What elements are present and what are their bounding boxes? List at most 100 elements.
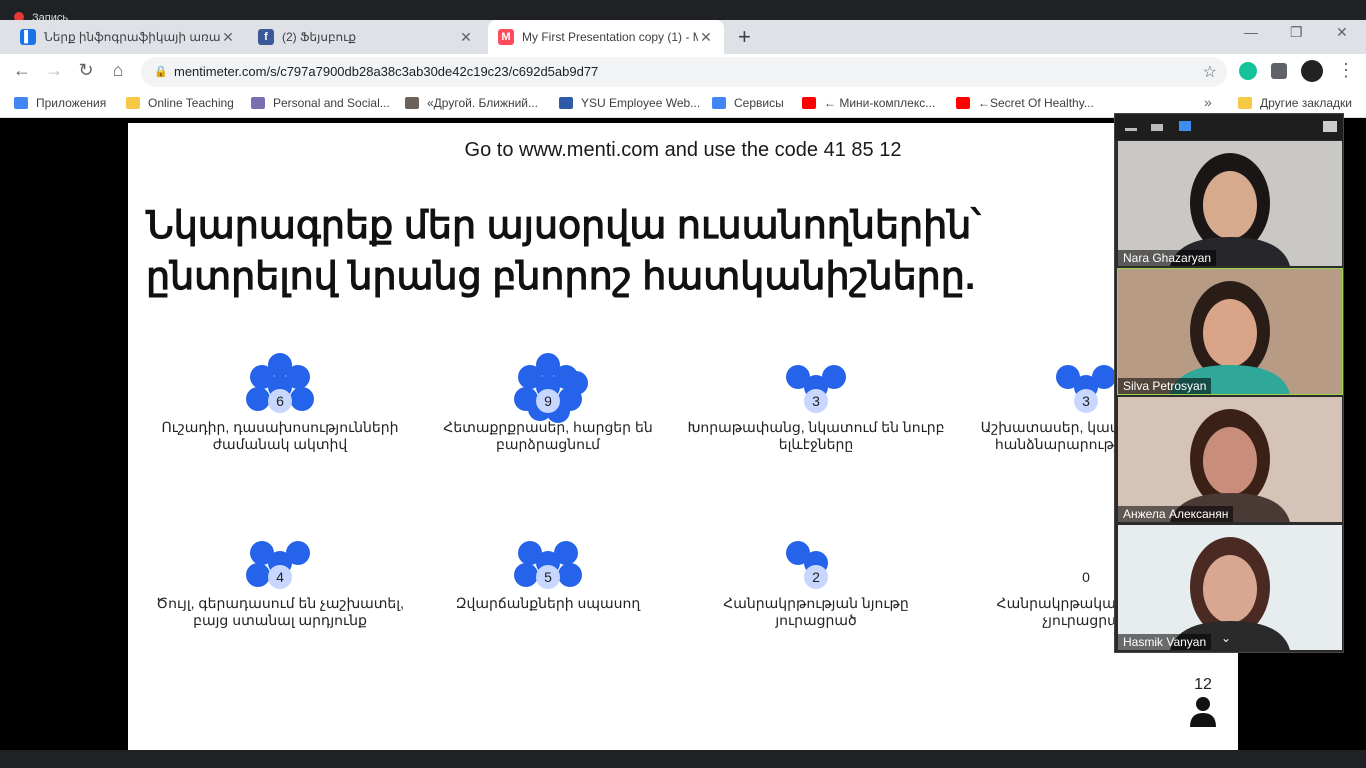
youtube-icon: [956, 97, 970, 109]
vote-bubble: [786, 365, 810, 389]
person-icon: [1190, 697, 1216, 727]
vote-bubble: [1056, 365, 1080, 389]
tab-infographic[interactable]: ▌ Ներք ինֆոգրաֆիկայի առավե ✕: [10, 20, 246, 54]
participant-name: Nara Ghazaryan: [1118, 250, 1217, 266]
bookmark-star-icon[interactable]: ☆: [1203, 62, 1217, 82]
forward-icon[interactable]: →: [42, 60, 66, 81]
close-tab-icon[interactable]: ✕: [220, 29, 236, 46]
tab-favicon-icon: ▌: [20, 29, 36, 45]
option-5: 4 Ծույլ, գերադասում են չաշխատել, բայց ստա…: [150, 521, 410, 631]
bookmark-label: «Другой. Ближний...: [427, 96, 539, 110]
bookmark-services[interactable]: Сервисы: [712, 96, 784, 110]
vote-bubble: [286, 541, 310, 565]
mentimeter-icon: M: [498, 29, 514, 45]
participant-video: [1170, 281, 1290, 394]
participant-video: [1170, 153, 1290, 266]
bookmark-label: Приложения: [36, 96, 107, 110]
option-count: 2: [812, 569, 820, 585]
option-label: Ուշադիր, դասախոսությունների ժամանակ ակտի…: [161, 419, 399, 452]
bookmark-personal-social[interactable]: Personal and Social...: [251, 96, 390, 110]
more-bookmarks-icon[interactable]: »: [1204, 94, 1212, 110]
tab-title: My First Presentation copy (1) - M: [522, 30, 698, 44]
tab-title: Ներք ինֆոգրաֆիկայի առավե: [44, 30, 220, 44]
bookmark-ysu[interactable]: YSU Employee Web...: [559, 96, 700, 110]
bookmark-label: YSU Employee Web...: [581, 96, 701, 110]
address-bar[interactable]: 🔒 mentimeter.com/s/c797a7900db28a38c3ab3…: [141, 57, 1227, 87]
bookmark-online-teaching[interactable]: Online Teaching: [126, 96, 234, 110]
vote-bubble: [1092, 365, 1116, 389]
bookmark-other[interactable]: Другие закладки: [1238, 96, 1352, 110]
minimize-icon[interactable]: —: [1244, 24, 1258, 40]
close-window-icon[interactable]: ✕: [1336, 24, 1348, 41]
bookmark-label: ←Secret Of Healthy...: [978, 96, 1094, 110]
option-label: Հանրակրթության նյութը յուրացրած: [723, 595, 909, 628]
participant-video: [1170, 409, 1290, 522]
lock-icon: 🔒: [154, 66, 168, 78]
option-label: Հետաքրքրասեր, հարցեր են բարձրացնում: [443, 419, 653, 452]
bookmark-label: Personal and Social...: [273, 96, 390, 110]
bookmark-mini-complex[interactable]: ← Мини-комплекс...: [802, 96, 935, 110]
option-2: 9 Հետաքրքրասեր, հարցեր են բարձրացնում: [418, 345, 678, 455]
minimize-panel-icon[interactable]: [1125, 128, 1137, 131]
option-count: 3: [1082, 393, 1090, 409]
option-count: 3: [812, 393, 820, 409]
tab-facebook[interactable]: f (2) Ֆեյսբուք ✕: [248, 20, 484, 54]
vote-bubble: [536, 353, 560, 377]
single-view-icon[interactable]: [1151, 124, 1163, 131]
bookmark-label: Online Teaching: [148, 96, 234, 110]
vote-bubble: [518, 541, 542, 565]
vote-bubble: [822, 365, 846, 389]
close-tab-icon[interactable]: ✕: [458, 29, 474, 46]
recording-indicator: Запись: [0, 0, 1366, 24]
vote-bubble: [268, 353, 292, 377]
option-label: Զվարճանքների սպասող: [455, 595, 641, 611]
extensions-icon[interactable]: [1271, 63, 1287, 79]
tab-mentimeter[interactable]: M My First Presentation copy (1) - M ✕: [488, 20, 724, 54]
participant-name: Silva Petrosyan: [1118, 378, 1212, 394]
restore-icon[interactable]: ❐: [1290, 24, 1303, 41]
option-3: 3 Խորաթափանց, նկատում են նուրբ ելևէջները: [686, 345, 946, 455]
bookmark-label: ← Мини-комплекс...: [824, 96, 936, 110]
vote-bubble: [786, 541, 810, 565]
apps-grid-icon: [712, 97, 726, 109]
back-icon[interactable]: ←: [10, 60, 34, 81]
option-7: 2 Հանրակրթության նյութը յուրացրած: [686, 521, 946, 631]
reload-icon[interactable]: ↻: [74, 60, 98, 81]
bookmark-secret-healthy[interactable]: ←Secret Of Healthy...: [956, 96, 1094, 110]
bookmark-label: Другие закладки: [1260, 96, 1352, 110]
gallery-view-icon[interactable]: [1179, 121, 1191, 131]
facebook-icon: f: [258, 29, 274, 45]
participant-name: Hasmik Vanyan: [1118, 634, 1212, 650]
url-text: mentimeter.com/s/c797a7900db28a38c3ab30d…: [174, 64, 599, 79]
bookmark-drugoy[interactable]: «Другой. Ближний...: [405, 96, 538, 110]
participant-name: Анжела Алексанян: [1118, 506, 1234, 522]
new-tab-button[interactable]: +: [738, 24, 758, 50]
bubble-cluster: [514, 353, 588, 423]
bubble-cluster: [786, 365, 846, 413]
home-icon[interactable]: ⌂: [106, 60, 130, 81]
bookmark-apps[interactable]: Приложения: [14, 96, 106, 110]
option-label: Խորաթափանց, նկատում են նուրբ ելևէջները: [687, 419, 945, 452]
profile-avatar[interactable]: [1301, 60, 1323, 82]
close-tab-icon[interactable]: ✕: [698, 29, 714, 46]
join-code-text: Go to www.menti.com and use the code 41 …: [464, 139, 902, 161]
vote-bubble: [554, 541, 578, 565]
question-title: Նկարագրեք մեր այսօրվա ուսանողներին՝ ընտր…: [146, 205, 981, 298]
taskbar: [0, 750, 1366, 768]
menu-icon[interactable]: ⋮: [1334, 60, 1358, 81]
grammarly-icon[interactable]: [1239, 62, 1257, 80]
bubble-cluster: [246, 541, 310, 589]
expand-panel-icon[interactable]: [1323, 121, 1337, 132]
video-tile[interactable]: Анжела Алексанян: [1118, 397, 1342, 522]
youtube-icon: [802, 97, 816, 109]
video-panel-header: [1115, 114, 1343, 140]
tab-title: (2) Ֆեյսբուք: [282, 30, 357, 44]
bubble-cluster: [786, 541, 828, 589]
vote-bubble: [250, 541, 274, 565]
presentation-slide: Go to www.menti.com and use the code 41 …: [128, 123, 1238, 750]
video-tile[interactable]: Silva Petrosyan: [1117, 268, 1343, 395]
video-tile[interactable]: Nara Ghazaryan: [1118, 141, 1342, 266]
option-count: 9: [544, 393, 552, 409]
chevron-down-icon[interactable]: ⌄: [1221, 631, 1231, 645]
folder-icon: [126, 97, 140, 109]
